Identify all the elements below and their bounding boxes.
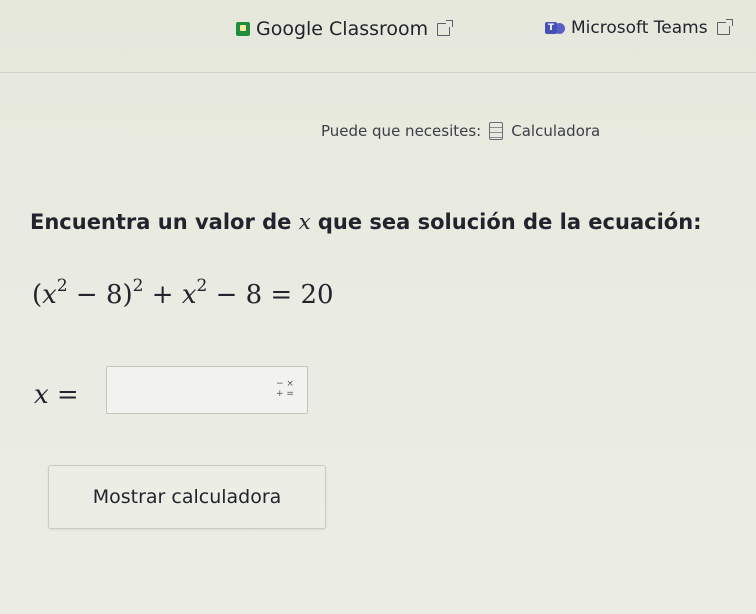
answer-label-var: x bbox=[34, 380, 49, 410]
equation: (x2 − 8)2 + x2 − 8 = 20 bbox=[32, 278, 334, 311]
external-link-icon bbox=[716, 18, 733, 35]
answer-box[interactable]: − × + = bbox=[106, 366, 308, 414]
question-text-before: Encuentra un valor de bbox=[30, 210, 299, 234]
hint-prefix: Puede que necesites: bbox=[321, 122, 482, 140]
answer-label-eq: = bbox=[48, 380, 79, 410]
share-bar: Google Classroom T Microsoft Teams bbox=[0, 14, 756, 54]
ops-bottom: + = bbox=[276, 389, 294, 399]
google-classroom-label: Google Classroom bbox=[256, 18, 429, 40]
eq-exp2: 2 bbox=[196, 276, 208, 296]
external-link-icon bbox=[437, 19, 454, 36]
question-text-after: que sea solución de la ecuación: bbox=[310, 210, 702, 234]
eq-var2: x bbox=[181, 280, 197, 310]
eq-plus: + bbox=[143, 280, 182, 310]
calculator-icon bbox=[489, 122, 504, 140]
eq-minus-const: − 8) bbox=[67, 280, 133, 310]
calculator-link[interactable]: Calculadora bbox=[511, 122, 600, 140]
math-operators-icon[interactable]: − × + = bbox=[275, 379, 295, 401]
google-classroom-icon bbox=[236, 22, 250, 36]
divider bbox=[0, 72, 756, 73]
eq-exp-inner: 2 bbox=[56, 276, 68, 296]
question-variable: x bbox=[298, 210, 311, 234]
answer-label: x = bbox=[34, 380, 79, 410]
hint-line: Puede que necesites: Calculadora bbox=[321, 122, 600, 140]
eq-exp-outer: 2 bbox=[132, 276, 144, 296]
microsoft-teams-link[interactable]: T Microsoft Teams bbox=[545, 18, 733, 38]
microsoft-teams-label: Microsoft Teams bbox=[571, 18, 708, 38]
eq-open-paren: ( bbox=[32, 280, 43, 310]
question-prompt: Encuentra un valor de x que sea solución… bbox=[30, 210, 702, 234]
eq-rest: − 8 = 20 bbox=[207, 280, 334, 310]
answer-input[interactable] bbox=[113, 373, 267, 409]
google-classroom-link[interactable]: Google Classroom bbox=[236, 18, 454, 40]
microsoft-teams-icon: T bbox=[545, 21, 565, 35]
eq-var: x bbox=[42, 280, 57, 310]
ops-top: − × bbox=[276, 379, 294, 389]
show-calculator-button[interactable]: Mostrar calculadora bbox=[48, 465, 326, 529]
